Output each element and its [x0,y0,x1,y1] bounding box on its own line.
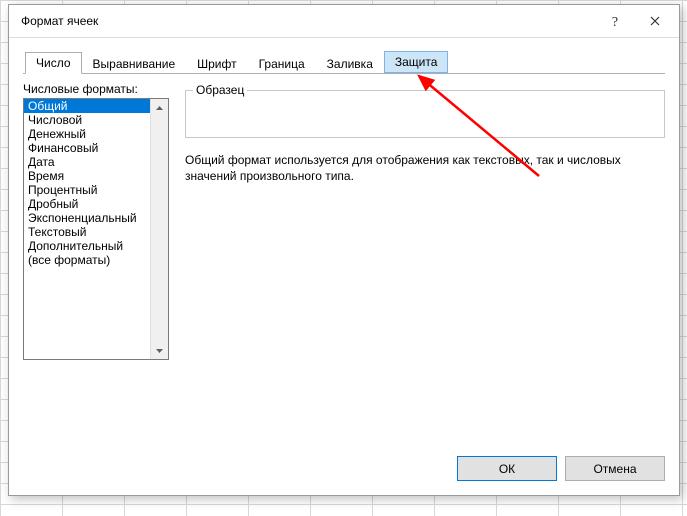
list-item[interactable]: Дробный [24,197,151,211]
scroll-down-icon[interactable] [151,342,168,359]
category-listbox[interactable]: ОбщийЧисловойДенежныйФинансовыйДатаВремя… [23,98,169,360]
dialog-title: Формат ячеек [21,14,595,28]
format-description: Общий формат используется для отображени… [185,152,665,184]
list-item[interactable]: Текстовый [24,225,151,239]
list-item[interactable]: Время [24,169,151,183]
svg-text:?: ? [612,15,618,28]
list-item[interactable]: (все форматы) [24,253,151,267]
help-button[interactable]: ? [595,7,635,35]
list-item[interactable]: Числовой [24,113,151,127]
list-item[interactable]: Общий [24,99,151,113]
list-item[interactable]: Денежный [24,127,151,141]
sample-legend: Образец [193,83,247,97]
tab-fill[interactable]: Заливка [316,53,384,74]
scroll-track[interactable] [151,116,168,342]
list-item[interactable]: Дата [24,155,151,169]
tab-font[interactable]: Шрифт [186,53,247,74]
ok-button[interactable]: ОК [457,456,557,481]
scroll-up-icon[interactable] [151,99,168,116]
list-item[interactable]: Процентный [24,183,151,197]
scrollbar[interactable] [150,99,168,359]
tab-alignment[interactable]: Выравнивание [82,53,187,74]
list-item[interactable]: Дополнительный [24,239,151,253]
cancel-button[interactable]: Отмена [565,456,665,481]
category-label: Числовые форматы: [23,82,169,96]
titlebar: Формат ячеек ? [9,5,679,38]
list-item[interactable]: Экспоненциальный [24,211,151,225]
close-button[interactable] [635,7,675,35]
tab-border[interactable]: Граница [248,53,316,74]
tabstrip: Число Выравнивание Шрифт Граница Заливка… [23,50,665,74]
format-cells-dialog: Формат ячеек ? Число Выравнивание Шрифт … [8,4,680,496]
list-item[interactable]: Финансовый [24,141,151,155]
tab-protection[interactable]: Защита [384,51,449,73]
tab-number[interactable]: Число [25,52,82,74]
sample-box: Образец [185,90,665,138]
